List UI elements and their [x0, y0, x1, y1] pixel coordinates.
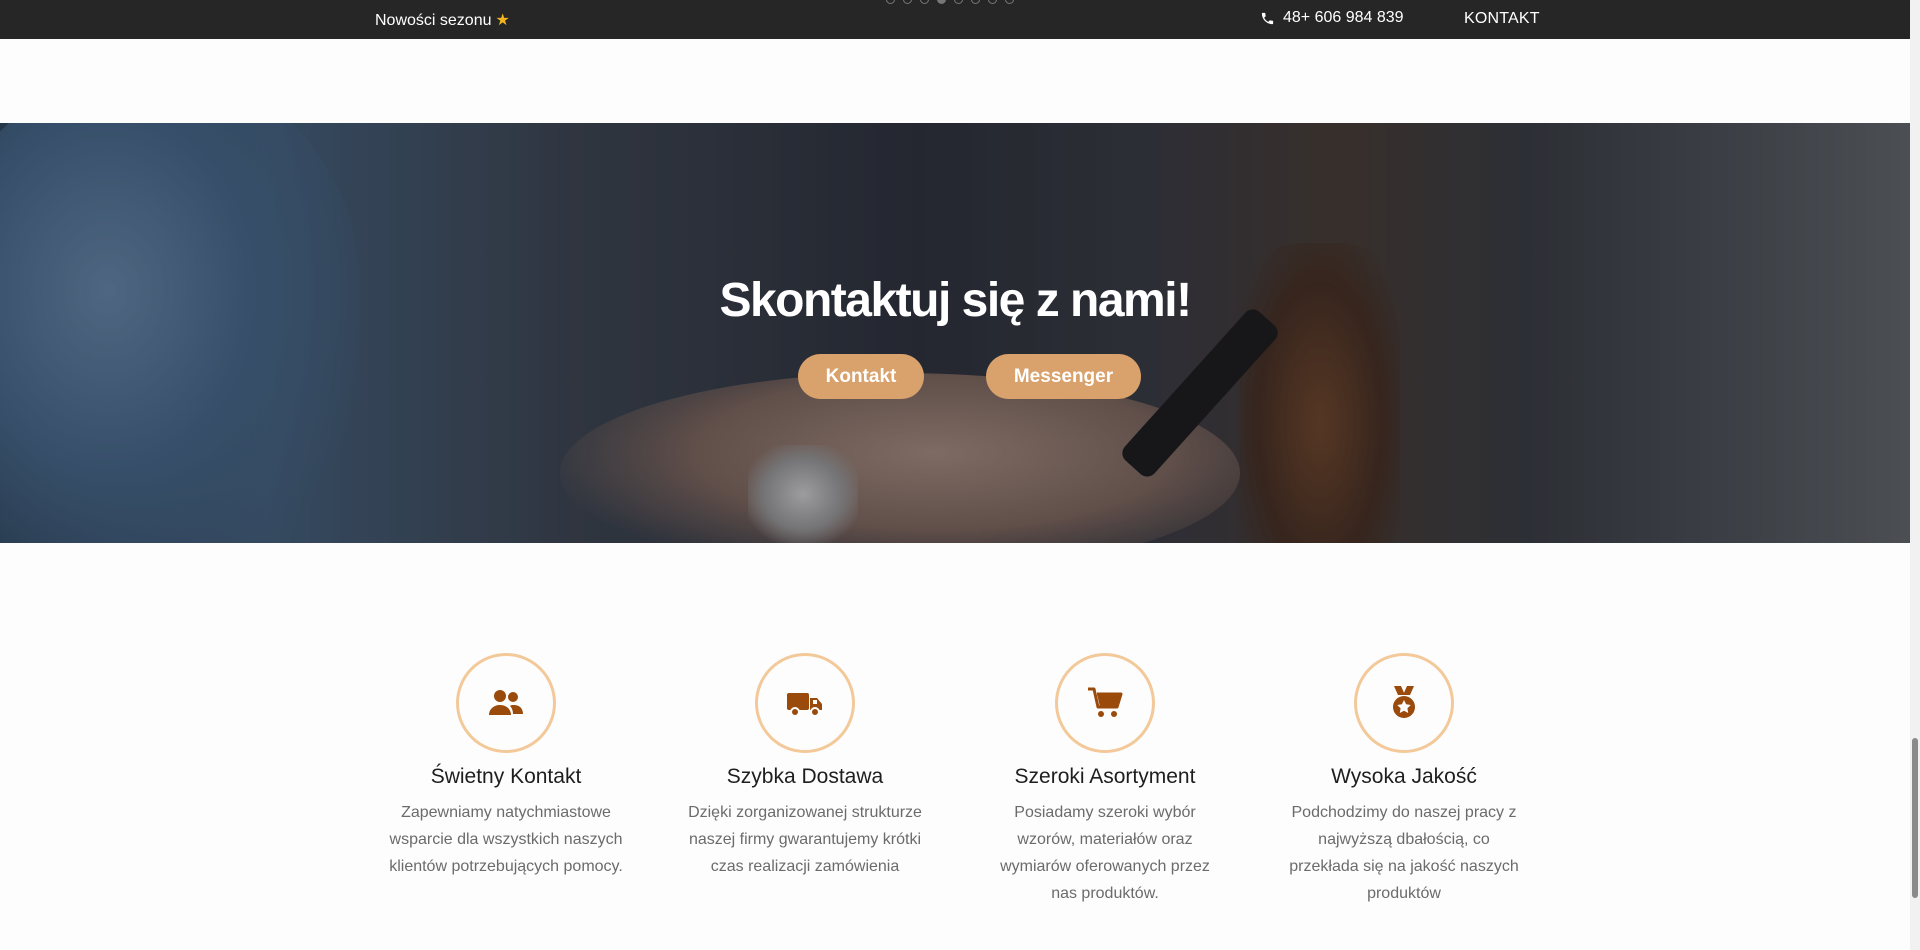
messenger-button[interactable]: Messenger: [986, 354, 1141, 399]
slider-dot[interactable]: [954, 0, 963, 4]
slider-dot-active[interactable]: [937, 0, 946, 4]
top-bar: Nowości sezonu ★ 48+ 606 984 839 KONTAKT: [0, 0, 1910, 39]
nav-contact-link[interactable]: KONTAKT: [1464, 10, 1540, 28]
truck-icon: [787, 693, 822, 717]
feature-title: Wysoka Jakość: [1331, 765, 1477, 788]
medal-icon: [1393, 686, 1415, 718]
slider-dots: [886, 0, 1014, 4]
slider-dot[interactable]: [1005, 0, 1014, 4]
slider-dot[interactable]: [988, 0, 997, 4]
contact-hero-banner: Skontaktuj się z nami! Kontakt Messenger: [0, 123, 1910, 543]
feature-icon-circle: [1055, 653, 1155, 753]
slider-dot[interactable]: [903, 0, 912, 4]
feature-description: Podchodzimy do naszej pracy z najwyższą …: [1289, 804, 1519, 902]
phone-icon: [1261, 12, 1274, 24]
phone-number: 48+ 606 984 839: [1283, 9, 1404, 26]
contact-button[interactable]: Kontakt: [798, 354, 924, 399]
page-scrollbar[interactable]: [1910, 0, 1920, 950]
feature-description: Zapewniamy natychmiastowe wsparcie dla w…: [389, 804, 623, 875]
phone-link[interactable]: 48+ 606 984 839: [1260, 9, 1404, 27]
feature-title: Świetny Kontakt: [430, 765, 582, 788]
hero-title: Skontaktuj się z nami!: [719, 274, 1192, 327]
feature-high-quality: Wysoka Jakość Podchodzimy do naszej prac…: [1284, 653, 1524, 907]
slider-dot[interactable]: [971, 0, 980, 4]
season-news-label: Nowości sezonu: [375, 12, 492, 29]
feature-icon-circle: [755, 653, 855, 753]
users-icon: [489, 690, 523, 715]
season-news-link[interactable]: Nowości sezonu ★: [375, 10, 510, 30]
feature-description: Dzięki zorganizowanej strukturze naszej …: [688, 804, 922, 875]
hero-overlay: [0, 123, 1910, 543]
feature-icon-circle: [1354, 653, 1454, 753]
feature-description: Posiadamy szeroki wybór wzorów, materiał…: [1000, 804, 1210, 902]
feature-title: Szybka Dostawa: [726, 765, 884, 788]
scrollbar-thumb[interactable]: [1912, 738, 1918, 898]
feature-wide-assortment: Szeroki Asortyment Posiadamy szeroki wyb…: [985, 653, 1225, 907]
feature-icon-circle: [456, 653, 556, 753]
star-icon: ★: [495, 12, 510, 29]
cart-icon: [1088, 687, 1123, 717]
slider-dot[interactable]: [920, 0, 929, 4]
slider-dot[interactable]: [886, 0, 895, 4]
feature-fast-delivery: Szybka Dostawa Dzięki zorganizowanej str…: [685, 653, 925, 880]
feature-great-contact: Świetny Kontakt Zapewniamy natychmiastow…: [386, 653, 626, 880]
feature-title: Szeroki Asortyment: [1014, 765, 1196, 788]
